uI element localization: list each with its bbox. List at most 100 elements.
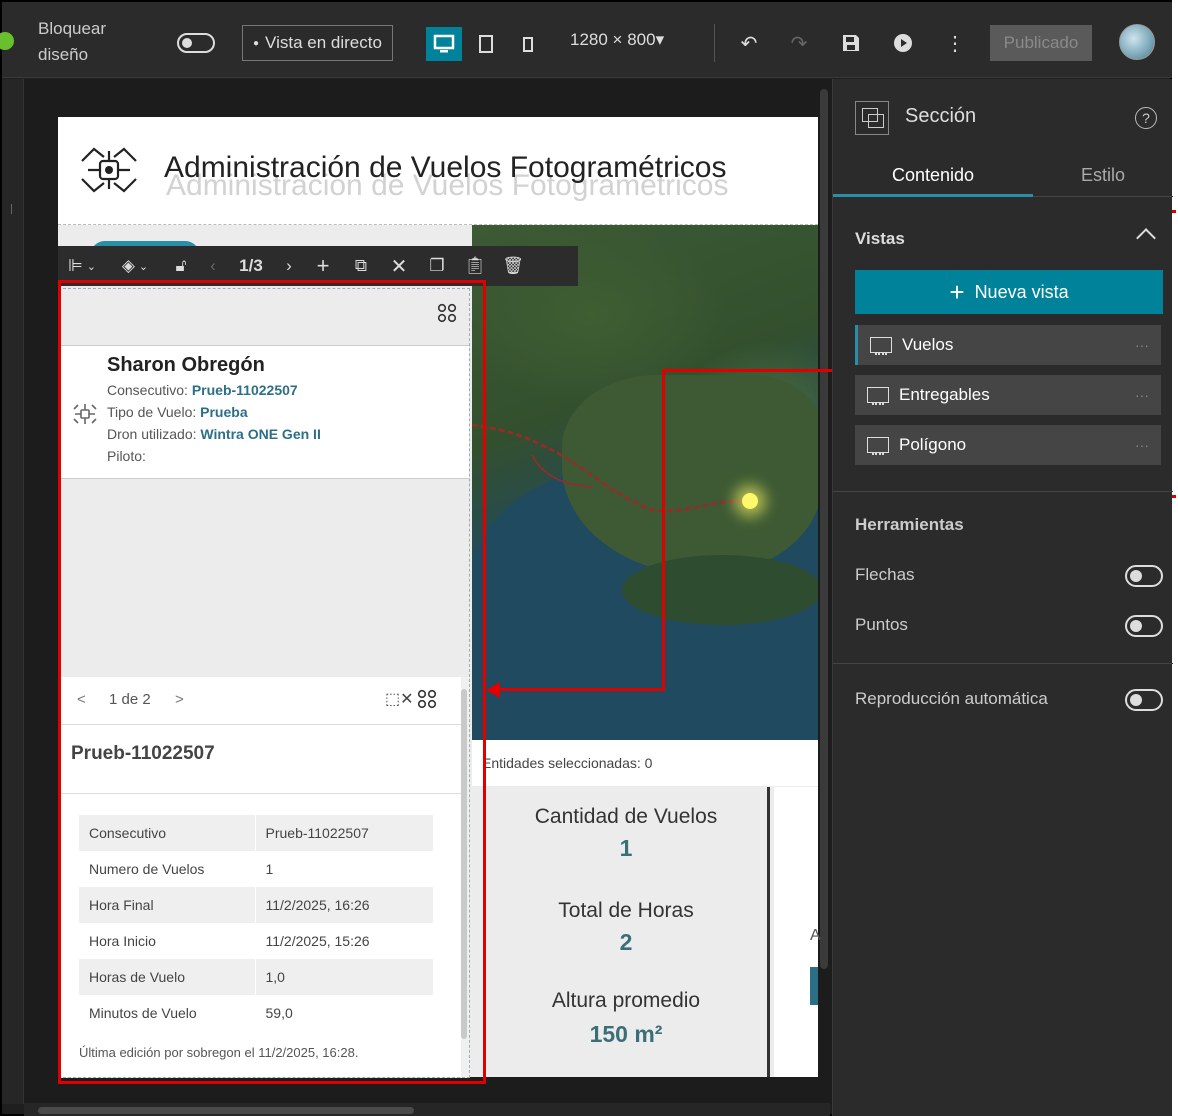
resolution-value: 1280 × 800: [570, 30, 656, 49]
tipo-line: Tipo de Vuelo: Prueba: [107, 404, 248, 420]
experience-builder-window: Bloquear diseño ● Vista en directo 1280 ×…: [0, 0, 1176, 1116]
mobile-icon: [523, 37, 533, 52]
mobile-device-button[interactable]: [510, 27, 546, 61]
resolution-dropdown[interactable]: 1280 × 800▾: [570, 30, 664, 50]
add-view-button[interactable]: +: [304, 246, 342, 286]
chevron-up-icon[interactable]: [1136, 228, 1156, 248]
map-widget[interactable]: [472, 225, 818, 740]
tipo-value: Prueba: [200, 404, 248, 420]
flight-route: [472, 423, 743, 513]
attribute-value: 59,0: [265, 1005, 293, 1021]
live-view-dot-icon: ●: [253, 37, 260, 49]
avatar[interactable]: [1119, 24, 1155, 60]
dron-value: Wintra ONE Gen II: [200, 426, 321, 442]
delete-button[interactable]: 🗑︎: [494, 246, 532, 286]
points-toggle[interactable]: [1125, 615, 1163, 637]
more-horizontal-icon[interactable]: ···: [1135, 375, 1149, 415]
autoplay-toggle[interactable]: [1125, 689, 1163, 711]
chevron-down-icon: ⌄: [138, 260, 149, 273]
more-horizontal-icon[interactable]: ···: [1135, 325, 1149, 365]
save-icon: [843, 35, 859, 51]
tab-contenido[interactable]: Contenido: [833, 163, 1033, 197]
desktop-device-button[interactable]: [426, 27, 462, 61]
view-item-vuelos[interactable]: Vuelos ···: [855, 325, 1161, 365]
chevron-left-icon: ‹: [210, 256, 216, 275]
save-button[interactable]: [838, 30, 864, 56]
attribute-table: Consecutivo Prueb-11022507 Numero de Vuel…: [79, 815, 433, 1031]
view-label: Entregables: [899, 385, 990, 404]
next-view-button[interactable]: ›: [274, 246, 304, 286]
toolbar-divider: [714, 24, 715, 62]
new-view-button[interactable]: + Nueva vista: [855, 270, 1163, 314]
tab-estilo[interactable]: Estilo: [1033, 163, 1173, 197]
attribute-field: Hora Inicio: [79, 923, 256, 959]
undo-icon: ↶: [740, 32, 758, 55]
clipboard-icon: 📋︎: [464, 256, 486, 275]
layers-icon: ◈: [121, 256, 135, 275]
flight-card[interactable]: Sharon Obregón Consecutivo: Prueb-110225…: [59, 345, 469, 479]
more-vertical-icon: ⋮: [945, 32, 965, 55]
paste-style-button[interactable]: 📋︎: [456, 246, 494, 286]
view-screen-icon: [867, 387, 889, 405]
arrows-label: Flechas: [855, 565, 915, 584]
published-button[interactable]: Publicado: [990, 25, 1092, 61]
points-label: Puntos: [855, 615, 908, 634]
lock-layout-toggle[interactable]: [177, 33, 215, 53]
more-horizontal-icon[interactable]: ···: [1135, 425, 1149, 465]
next-record-button[interactable]: >: [175, 691, 184, 708]
unlock-button[interactable]: 🔓︎: [164, 246, 198, 286]
annotation-arrowhead: [486, 682, 500, 698]
redo-button[interactable]: ↷: [786, 30, 812, 56]
page-header: Administración de Vuelos Fotogramétricos…: [58, 117, 818, 225]
align-button[interactable]: ⊫ ⌄: [58, 246, 106, 286]
canvas-horizontal-scrollbar[interactable]: [24, 1103, 830, 1116]
copy-icon: ❐: [429, 256, 445, 275]
play-icon: [894, 34, 912, 52]
grid-icon[interactable]: [437, 303, 457, 323]
duplicate-view-button[interactable]: ⧉: [342, 246, 380, 286]
help-icon[interactable]: ?: [1135, 107, 1157, 129]
copy-button[interactable]: ❐: [418, 246, 456, 286]
tablet-icon: [479, 35, 493, 53]
clear-selection-icon[interactable]: ⬚✕: [385, 689, 414, 709]
annotation-line-vertical: [662, 369, 665, 691]
previous-view-button[interactable]: ‹: [198, 246, 228, 286]
close-view-button[interactable]: ✕: [380, 246, 418, 286]
layer-button[interactable]: ◈ ⌄: [106, 246, 164, 286]
attribute-field: Minutos de Vuelo: [79, 995, 256, 1031]
consecutivo-label: Consecutivo:: [107, 382, 188, 398]
view-screen-icon: [867, 437, 889, 455]
live-view-button[interactable]: ● Vista en directo: [242, 25, 393, 61]
plus-icon: +: [949, 277, 965, 307]
settings-panel: Sección ? Contenido Estilo Vistas + Nueva…: [832, 79, 1173, 1116]
flight-point-marker[interactable]: [742, 493, 758, 509]
consecutivo-value: Prueb-11022507: [191, 382, 298, 398]
close-icon: ✕: [390, 255, 408, 278]
canvas-vertical-scrollbar[interactable]: [820, 89, 828, 969]
stat-label-hours: Total de Horas: [558, 899, 694, 922]
trash-icon: 🗑︎: [502, 256, 524, 275]
view-item-poligono[interactable]: Polígono ···: [855, 425, 1161, 465]
tablet-device-button[interactable]: [468, 27, 504, 61]
grid-icon[interactable]: [417, 689, 437, 709]
panel-scrollbar[interactable]: [461, 689, 467, 1039]
previous-record-button[interactable]: <: [77, 691, 86, 708]
more-options-button[interactable]: ⋮: [942, 30, 968, 56]
lock-layout-label: Bloquear diseño: [38, 19, 107, 64]
view-page-indicator: 1/3: [239, 256, 263, 275]
list-widget-panel[interactable]: Sharon Obregón Consecutivo: Prueb-110225…: [58, 288, 470, 1078]
scrollbar-thumb[interactable]: [38, 1107, 414, 1114]
undo-button[interactable]: ↶: [736, 30, 762, 56]
stats-panel: Cantidad de Vuelos 1 Total de Horas 2 Al…: [482, 787, 770, 1077]
preview-button[interactable]: [890, 30, 916, 56]
view-item-entregables[interactable]: Entregables ···: [855, 375, 1161, 415]
stat-value-flights: 1: [619, 835, 633, 861]
list-empty-area: [59, 479, 469, 677]
status-badge-icon: [0, 32, 14, 50]
plus-icon: +: [316, 253, 330, 278]
arrows-toggle[interactable]: [1125, 565, 1163, 587]
map-selection-status: Entidades seleccionadas: 0: [472, 740, 818, 786]
view-label: Vuelos: [902, 335, 954, 354]
tipo-label: Tipo de Vuelo:: [107, 404, 197, 420]
top-toolbar: Bloquear diseño ● Vista en directo 1280 ×…: [0, 2, 1172, 78]
